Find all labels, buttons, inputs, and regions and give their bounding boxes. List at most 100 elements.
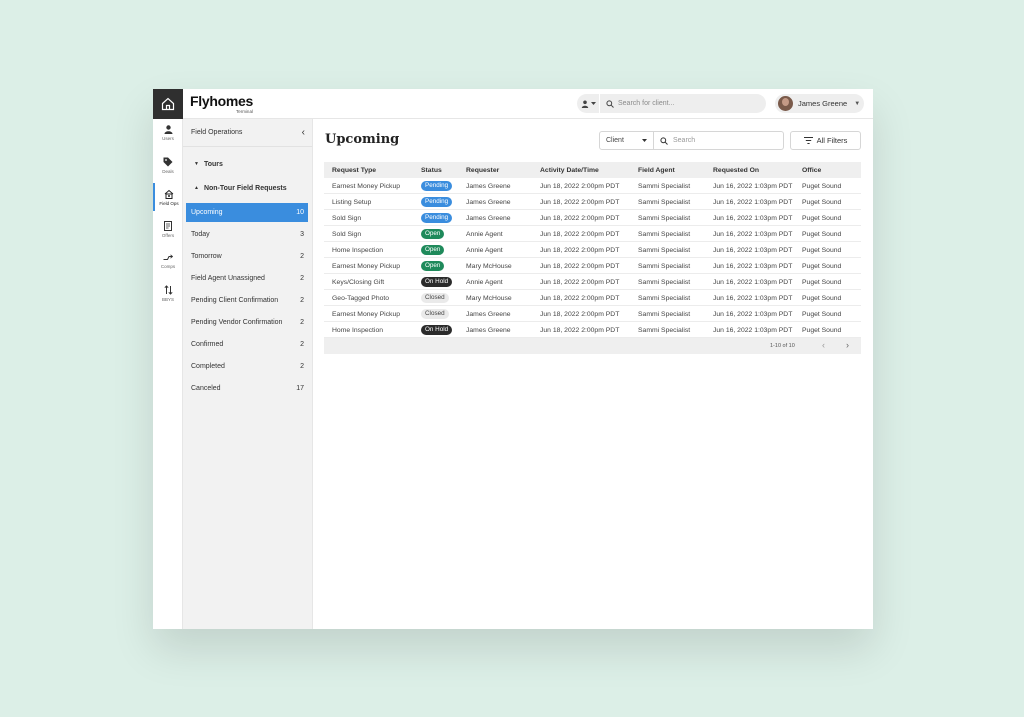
user-icon [164, 125, 172, 134]
activity-datetime: Jun 18, 2022 2:00pm PDT [540, 246, 620, 254]
status-cell: On Hold [421, 274, 453, 290]
table-search-input[interactable]: Search [654, 131, 784, 150]
brand-name: Flyhomes [190, 93, 253, 109]
chevron-left-icon[interactable]: ‹ [822, 340, 825, 350]
sidebar-item-deals[interactable]: Deals [153, 151, 183, 179]
request-type: Home Inspection [332, 326, 384, 334]
activity-datetime: Jun 18, 2022 2:00pm PDT [540, 262, 620, 270]
document-icon [163, 220, 172, 231]
field-agent: Sammi Specialist [638, 214, 691, 222]
status-badge: Open [421, 261, 445, 271]
nav-item-completed[interactable]: Completed 2 [186, 357, 308, 376]
column-header[interactable]: Field Agent [638, 162, 675, 178]
user-menu[interactable]: James Greene ▼ [775, 94, 864, 113]
nav-item-confirmed[interactable]: Confirmed 2 [186, 335, 308, 354]
table-row[interactable]: Earnest Money Pickup Open Mary McHouse J… [324, 258, 861, 274]
nav-item-label: Tomorrow [191, 253, 222, 260]
field-agent: Sammi Specialist [638, 246, 691, 254]
sidebar-item-label: Comps [160, 263, 176, 269]
column-header[interactable]: Requested On [713, 162, 759, 178]
nav-item-count: 10 [296, 209, 304, 216]
client-filter-select[interactable]: Client [599, 131, 654, 150]
nav-item-pending-client-confirmation[interactable]: Pending Client Confirmation 2 [186, 291, 308, 310]
status-badge: Open [421, 245, 445, 255]
office: Puget Sound [802, 246, 842, 254]
activity-datetime: Jun 18, 2022 2:00pm PDT [540, 230, 620, 238]
column-header[interactable]: Requester [466, 162, 499, 178]
requested-on: Jun 16, 2022 1:03pm PDT [713, 310, 793, 318]
table-row[interactable]: Home Inspection On Hold James Greene Jun… [324, 322, 861, 338]
sidebar-item-offers[interactable]: Offers [153, 215, 183, 243]
column-header[interactable]: Activity Date/Time [540, 162, 599, 178]
table-row[interactable]: Sold Sign Open Annie Agent Jun 18, 2022 … [324, 226, 861, 242]
nav-group-tours[interactable]: ▼ Tours [183, 152, 312, 176]
collapse-chevron-icon[interactable]: ‹ [302, 127, 305, 138]
column-header[interactable]: Request Type [332, 162, 376, 178]
nav-item-pending-vendor-confirmation[interactable]: Pending Vendor Confirmation 2 [186, 313, 308, 332]
requested-on: Jun 16, 2022 1:03pm PDT [713, 294, 793, 302]
table-row[interactable]: Keys/Closing Gift On Hold Annie Agent Ju… [324, 274, 861, 290]
office: Puget Sound [802, 182, 842, 190]
nav-item-label: Canceled [191, 385, 221, 392]
chevron-right-icon[interactable]: › [846, 340, 849, 350]
activity-datetime: Jun 18, 2022 2:00pm PDT [540, 294, 620, 302]
requester: Annie Agent [466, 230, 503, 238]
requested-on: Jun 16, 2022 1:03pm PDT [713, 182, 793, 190]
activity-datetime: Jun 18, 2022 2:00pm PDT [540, 214, 620, 222]
field-ops-icon [164, 189, 174, 199]
search-scope-toggle[interactable] [577, 94, 599, 113]
tag-icon [163, 157, 173, 166]
activity-datetime: Jun 18, 2022 2:00pm PDT [540, 198, 620, 206]
table-row[interactable]: Earnest Money Pickup Pending James Green… [324, 178, 861, 194]
sidebar-item-field-ops[interactable]: Field Ops [153, 183, 183, 211]
brand-logo: Flyhomes Terminal [190, 93, 253, 114]
sidebar-item-comps[interactable]: Comps [153, 247, 183, 275]
status-badge: Pending [421, 181, 453, 191]
nav-item-upcoming[interactable]: Upcoming 10 [186, 203, 308, 222]
sidebar-item-users[interactable]: Users [153, 119, 183, 147]
nav-group-label: Tours [203, 160, 223, 168]
nav-group-non-tour[interactable]: ▲ Non-Tour Field Requests [183, 176, 312, 200]
office: Puget Sound [802, 214, 842, 222]
nav-item-count: 2 [300, 275, 304, 282]
office: Puget Sound [802, 310, 842, 318]
requester: James Greene [466, 182, 511, 190]
field-agent: Sammi Specialist [638, 310, 691, 318]
home-button[interactable] [153, 89, 183, 119]
sidebar-item-bbys[interactable]: BBYS [153, 279, 183, 307]
field-agent: Sammi Specialist [638, 198, 691, 206]
request-type: Earnest Money Pickup [332, 310, 401, 318]
requested-on: Jun 16, 2022 1:03pm PDT [713, 246, 793, 254]
column-header[interactable]: Office [802, 162, 821, 178]
nav-item-canceled[interactable]: Canceled 17 [186, 379, 308, 398]
all-filters-button[interactable]: All Filters [790, 131, 861, 150]
activity-datetime: Jun 18, 2022 2:00pm PDT [540, 182, 620, 190]
office: Puget Sound [802, 278, 842, 286]
column-header[interactable]: Status [421, 162, 442, 178]
table-row[interactable]: Earnest Money Pickup Closed James Greene… [324, 306, 861, 322]
table-row[interactable]: Listing Setup Pending James Greene Jun 1… [324, 194, 861, 210]
table-row[interactable]: Home Inspection Open Annie Agent Jun 18,… [324, 242, 861, 258]
nav-item-field-agent-unassigned[interactable]: Field Agent Unassigned 2 [186, 269, 308, 288]
nav-item-tomorrow[interactable]: Tomorrow 2 [186, 247, 308, 266]
office: Puget Sound [802, 326, 842, 334]
caret-down-icon: ▼ [194, 161, 199, 167]
status-badge: Open [421, 229, 445, 239]
caret-down-icon [642, 138, 647, 142]
table-row[interactable]: Geo-Tagged Photo Closed Mary McHouse Jun… [324, 290, 861, 306]
caret-down-icon: ▼ [854, 100, 861, 107]
nav-group-label: Non-Tour Field Requests [203, 184, 287, 192]
nav-item-count: 2 [300, 297, 304, 304]
office: Puget Sound [802, 262, 842, 270]
field-agent: Sammi Specialist [638, 182, 691, 190]
nav-item-label: Field Agent Unassigned [191, 275, 265, 282]
request-type: Sold Sign [332, 214, 362, 222]
table-row[interactable]: Sold Sign Pending James Greene Jun 18, 2… [324, 210, 861, 226]
nav-item-today[interactable]: Today 3 [186, 225, 308, 244]
requested-on: Jun 16, 2022 1:03pm PDT [713, 214, 793, 222]
client-search[interactable]: Search for client... [577, 94, 766, 113]
status-cell: Pending [421, 210, 453, 226]
table-header: Request Type Status Requester Activity D… [324, 162, 861, 178]
client-search-input[interactable]: Search for client... [618, 100, 674, 107]
user-name: James Greene [798, 99, 848, 108]
